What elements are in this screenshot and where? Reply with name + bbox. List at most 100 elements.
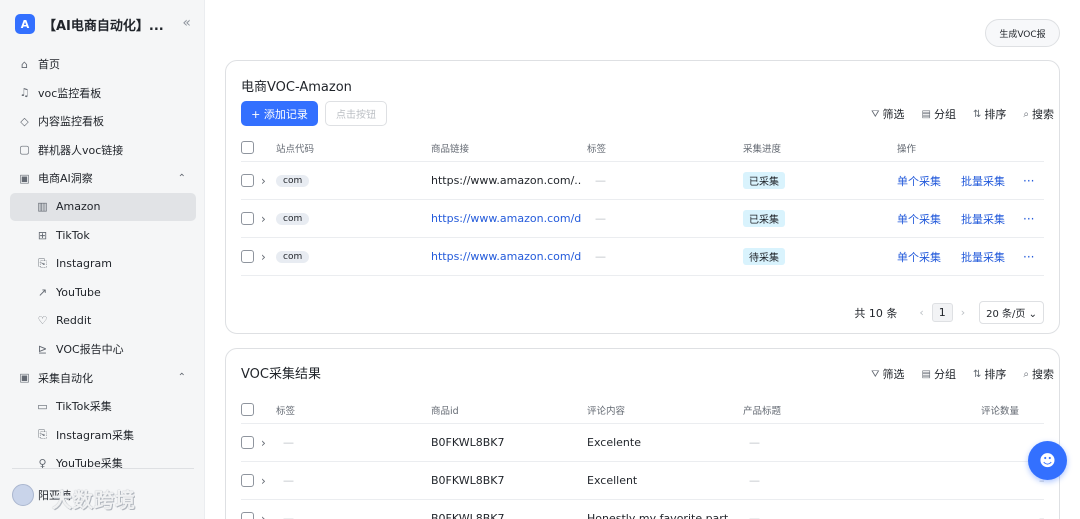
batch-collect-button[interactable]: 批量采集 — [961, 162, 1005, 199]
bar-chart-icon: ▥ — [37, 200, 48, 214]
page-size-select[interactable]: 20 条/页 ⌄ — [979, 301, 1044, 324]
select-all-checkbox[interactable] — [241, 403, 254, 416]
column-header[interactable]: 产品标题 — [743, 396, 781, 423]
expand-row-icon[interactable]: › — [261, 238, 266, 275]
sidebar-item-tiktok-collect[interactable]: ▭ TikTok采集 — [10, 392, 196, 421]
sidebar-item-youtube[interactable]: ↗ YouTube — [10, 278, 196, 307]
column-header[interactable]: 站点代码 — [276, 134, 314, 161]
line-chart-icon: ⊵ — [37, 342, 48, 356]
tag-icon: ◇ — [20, 114, 29, 128]
row-checkbox[interactable] — [241, 212, 254, 225]
sidebar-item-amazon[interactable]: ▥ Amazon — [10, 192, 196, 221]
expand-row-icon[interactable]: › — [261, 462, 266, 499]
column-header[interactable]: 商品链接 — [431, 134, 469, 161]
chat-help-icon[interactable]: ☻ — [1028, 441, 1067, 480]
table-toolbar: ⛛ 筛选 ▤ 分组 ⇅ 排序 ⌕ 搜索 — [854, 106, 1054, 122]
filter-button[interactable]: ⛛ 筛选 — [871, 106, 904, 122]
sidebar-item-voc-report[interactable]: ⊵ VOC报告中心 — [10, 335, 196, 364]
sidebar-item-content-dashboard[interactable]: ◇ 内容监控看板 — [10, 107, 196, 136]
sidebar-item-youtube-collect[interactable]: ♀ YouTube采集 — [10, 449, 196, 478]
batch-collect-button[interactable]: 批量采集 — [961, 238, 1005, 275]
product-title: — — [749, 474, 760, 487]
card-title: VOC采集结果 — [241, 367, 321, 382]
more-actions-icon[interactable]: ··· — [1023, 238, 1034, 275]
collapse-sidebar-icon[interactable]: « — [182, 15, 191, 31]
brand[interactable]: A 【AI电商自动化】... « — [15, 14, 195, 34]
chevron-up-icon[interactable]: ⌃ — [178, 372, 186, 383]
product-link[interactable]: https://www.amazon.com/dp — [431, 200, 581, 237]
product-link[interactable]: https://www.amazon.com/dp — [431, 238, 581, 275]
search-button[interactable]: ⌕ 搜索 — [1023, 106, 1054, 122]
column-header[interactable]: 标签 — [276, 396, 295, 423]
sidebar-item-bot-voc-link[interactable]: ▢ 群机器人voc链接 — [10, 136, 196, 165]
column-header[interactable]: 操作 — [897, 134, 916, 161]
status-badge: 待采集 — [743, 248, 785, 265]
filter-button[interactable]: ⛛ 筛选 — [871, 366, 904, 382]
column-header[interactable]: 评论数量 — [981, 396, 1019, 423]
table-row[interactable]: › — B0FKWL8BK7 Excelente — – — [241, 424, 1045, 462]
search-button[interactable]: ⌕ 搜索 — [1023, 366, 1054, 382]
tag-empty: — — [595, 174, 606, 187]
table-row[interactable]: › com https://www.amazon.com/dp — 待采集 单个… — [241, 238, 1044, 276]
laptop-icon: ▭ — [37, 399, 48, 413]
sort-button[interactable]: ⇅ 排序 — [973, 366, 1006, 382]
batch-collect-button[interactable]: 批量采集 — [961, 200, 1005, 237]
column-header[interactable]: 采集进度 — [743, 134, 781, 161]
sidebar-group-ai-insight[interactable]: ▣ 电商AI洞察 ⌃ — [10, 164, 196, 193]
expand-row-icon[interactable]: › — [261, 424, 266, 461]
expand-row-icon[interactable]: › — [261, 162, 266, 199]
more-actions-icon[interactable]: ··· — [1023, 200, 1034, 237]
pagination: 共 10 条 ‹ 1 › 20 条/页 ⌄ — [854, 301, 1044, 324]
chevron-up-icon[interactable]: ⌃ — [178, 173, 186, 184]
row-checkbox[interactable] — [241, 174, 254, 187]
page-number-button[interactable]: 1 — [931, 303, 953, 322]
avatar[interactable] — [12, 484, 34, 506]
sidebar-item-instagram-collect[interactable]: ⎘ Instagram采集 — [10, 421, 196, 450]
sidebar-item-tiktok[interactable]: ⊞ TikTok — [10, 221, 196, 250]
row-checkbox[interactable] — [241, 436, 254, 449]
group-button[interactable]: ▤ 分组 — [922, 106, 956, 122]
group-button[interactable]: ▤ 分组 — [922, 366, 956, 382]
sidebar-item-instagram[interactable]: ⎘ Instagram — [10, 250, 196, 279]
column-header[interactable]: 标签 — [587, 134, 606, 161]
column-header[interactable]: 商品id — [431, 396, 459, 423]
sidebar-item-reddit[interactable]: ♡ Reddit — [10, 307, 196, 336]
sort-button[interactable]: ⇅ 排序 — [973, 106, 1006, 122]
expand-row-icon[interactable]: › — [261, 200, 266, 237]
table-row[interactable]: › com https://www.amazon.com/... — 已采集 单… — [241, 162, 1044, 200]
table-row[interactable]: › — B0FKWL8BK7 Excellent — – — [241, 462, 1045, 500]
select-all-checkbox[interactable] — [241, 141, 254, 154]
sidebar-item-voc-dashboard[interactable]: ♫ voc监控看板 — [10, 79, 196, 108]
tool-label: 排序 — [984, 368, 1007, 381]
row-checkbox[interactable] — [241, 474, 254, 487]
sidebar-item-home[interactable]: ⌂ 首页 — [10, 50, 196, 79]
single-collect-button[interactable]: 单个采集 — [897, 200, 941, 237]
sidebar-group-collect-automation[interactable]: ▣ 采集自动化 ⌃ — [10, 364, 196, 393]
more-actions-icon[interactable]: ··· — [1023, 162, 1034, 199]
next-page-icon[interactable]: › — [961, 306, 965, 319]
home-icon: ⌂ — [21, 57, 28, 71]
generate-voc-report-button[interactable]: 生成VOC报 — [985, 19, 1060, 47]
sidebar-item-label: VOC报告中心 — [56, 343, 124, 357]
tag-empty: — — [595, 250, 606, 263]
tool-label: 筛选 — [882, 368, 905, 381]
row-checkbox[interactable] — [241, 250, 254, 263]
expand-row-icon[interactable]: › — [261, 500, 266, 519]
product-link[interactable]: https://www.amazon.com/... — [431, 162, 581, 199]
table-row[interactable]: › com https://www.amazon.com/dp — 已采集 单个… — [241, 200, 1044, 238]
search-icon: ⌕ — [1023, 108, 1029, 120]
single-collect-button[interactable]: 单个采集 — [897, 238, 941, 275]
single-collect-button[interactable]: 单个采集 — [897, 162, 941, 199]
row-checkbox[interactable] — [241, 512, 254, 519]
product-id: B0FKWL8BK7 — [431, 474, 505, 487]
add-record-button[interactable]: + 添加记录 — [241, 101, 318, 126]
table-header: 标签 商品id 评论内容 产品标题 评论数量 — [241, 396, 1044, 424]
prev-page-icon[interactable]: ‹ — [919, 306, 923, 319]
column-header[interactable]: 评论内容 — [587, 396, 625, 423]
note-icon: ▢ — [19, 143, 30, 157]
tool-label: 分组 — [934, 368, 956, 381]
sidebar-item-label: Instagram采集 — [56, 428, 134, 442]
pagination-total: 共 10 条 — [854, 306, 898, 320]
table-row[interactable]: › — B0FKWL8BK7 Honestly my favorite part… — [241, 500, 1045, 519]
tag-empty: — — [283, 436, 294, 449]
